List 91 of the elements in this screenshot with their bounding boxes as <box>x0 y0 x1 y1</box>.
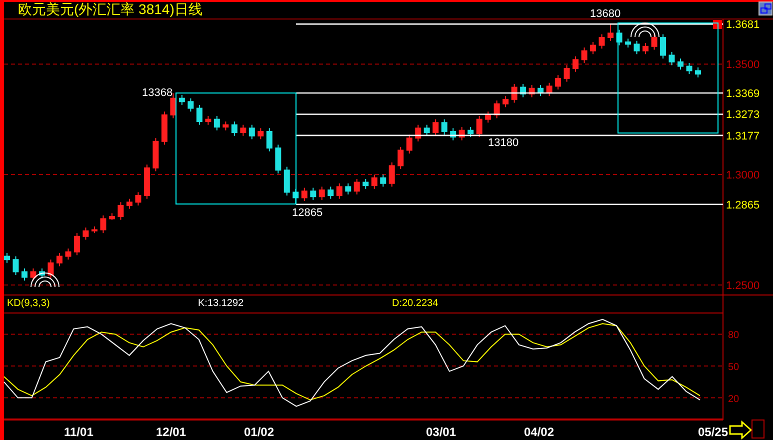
candlestick <box>441 118 448 136</box>
candlestick <box>266 128 272 152</box>
candlestick <box>642 42 649 55</box>
candlestick <box>48 259 54 279</box>
candlestick <box>354 178 360 195</box>
candlestick <box>258 128 264 140</box>
candlestick <box>581 47 588 64</box>
arrow-icon[interactable] <box>729 420 764 440</box>
candlestick <box>651 34 658 50</box>
candlestick <box>695 66 701 78</box>
candlestick <box>511 83 518 104</box>
candlestick <box>30 268 36 282</box>
candlestick <box>178 94 185 106</box>
candlestick <box>336 182 342 200</box>
candlestick <box>415 124 422 142</box>
candlestick <box>284 166 290 196</box>
candlestick <box>135 192 142 206</box>
candlestick <box>598 34 605 50</box>
price-axis-label: 1.3500 <box>726 59 760 72</box>
candlestick <box>65 248 72 260</box>
price-point-label: 13368 <box>142 87 173 99</box>
candlestick <box>240 124 246 136</box>
candlestick <box>678 58 684 70</box>
candlestick <box>660 34 666 60</box>
candlestick <box>432 118 439 136</box>
candlestick <box>546 82 552 97</box>
price-axis-label: 1.3681 <box>726 19 760 32</box>
candlestick <box>188 98 194 112</box>
indicator-axis-label: 80 <box>728 330 740 342</box>
candlestick <box>118 202 124 220</box>
candlestick <box>310 187 316 200</box>
candlestick <box>380 174 386 188</box>
candlestick <box>424 124 430 136</box>
d-value: D:20.2234 <box>392 298 438 309</box>
candlestick <box>608 24 614 42</box>
candlestick <box>21 268 28 282</box>
price-point-label: 12865 <box>292 207 323 219</box>
arc-icon <box>630 22 660 38</box>
price-point-label: 13180 <box>488 137 519 149</box>
candlestick <box>318 186 325 200</box>
candlestick <box>248 124 255 140</box>
candlestick <box>590 41 596 55</box>
indicator-axis-label: 20 <box>728 394 740 405</box>
candlestick <box>328 186 334 200</box>
candlestick <box>126 198 132 210</box>
candlestick <box>214 115 220 131</box>
candlestick <box>406 134 412 154</box>
price-axis-label: 1.3273 <box>726 109 760 122</box>
candlestick <box>371 174 378 190</box>
candlestick <box>468 126 474 138</box>
window-icon[interactable] <box>758 2 772 16</box>
candlestick <box>301 187 308 202</box>
price-axis-label: 1.2500 <box>726 280 760 292</box>
candlestick <box>398 146 404 170</box>
candlestick <box>502 96 509 108</box>
candlestick <box>668 51 675 66</box>
date-label: 01/02 <box>244 425 274 439</box>
price-axis-label: 1.2865 <box>726 199 760 212</box>
date-label: 05/25 <box>698 425 728 439</box>
date-label: 03/01 <box>426 425 456 439</box>
candlestick <box>362 178 369 190</box>
candlestick <box>74 232 80 256</box>
chart-title: 欧元美元(外汇汇率 3814)日线 <box>18 1 202 17</box>
candlestick <box>12 256 19 276</box>
indicator-axis-label: 50 <box>728 362 740 373</box>
price-axis-label: 1.3369 <box>726 88 760 100</box>
date-label: 04/02 <box>524 425 554 439</box>
date-label: 12/01 <box>156 425 186 439</box>
candlestick <box>100 214 106 234</box>
indicator-name: KD(9,3,3) <box>7 298 50 309</box>
candlestick <box>555 74 562 90</box>
candlestick <box>231 121 238 136</box>
candlestick <box>634 40 640 55</box>
candlestick <box>4 252 10 264</box>
price-point-label: 13680 <box>590 8 621 20</box>
candlestick <box>345 182 352 195</box>
k-value: K:13.1292 <box>198 298 244 309</box>
candlestick <box>686 62 692 75</box>
price-axis-label: 1.3000 <box>726 170 760 182</box>
price-axis-label: 1.3177 <box>726 130 760 142</box>
candlestick <box>388 162 395 188</box>
date-label: 11/01 <box>64 425 94 439</box>
candlestick <box>485 111 492 124</box>
candlestick <box>476 115 482 138</box>
candlestick <box>275 144 282 174</box>
candlestick <box>564 64 570 82</box>
candlestick <box>572 56 579 72</box>
candlestick <box>56 252 62 267</box>
candlestick <box>196 104 202 126</box>
candlestick <box>82 227 89 240</box>
arc-icon <box>30 272 60 288</box>
